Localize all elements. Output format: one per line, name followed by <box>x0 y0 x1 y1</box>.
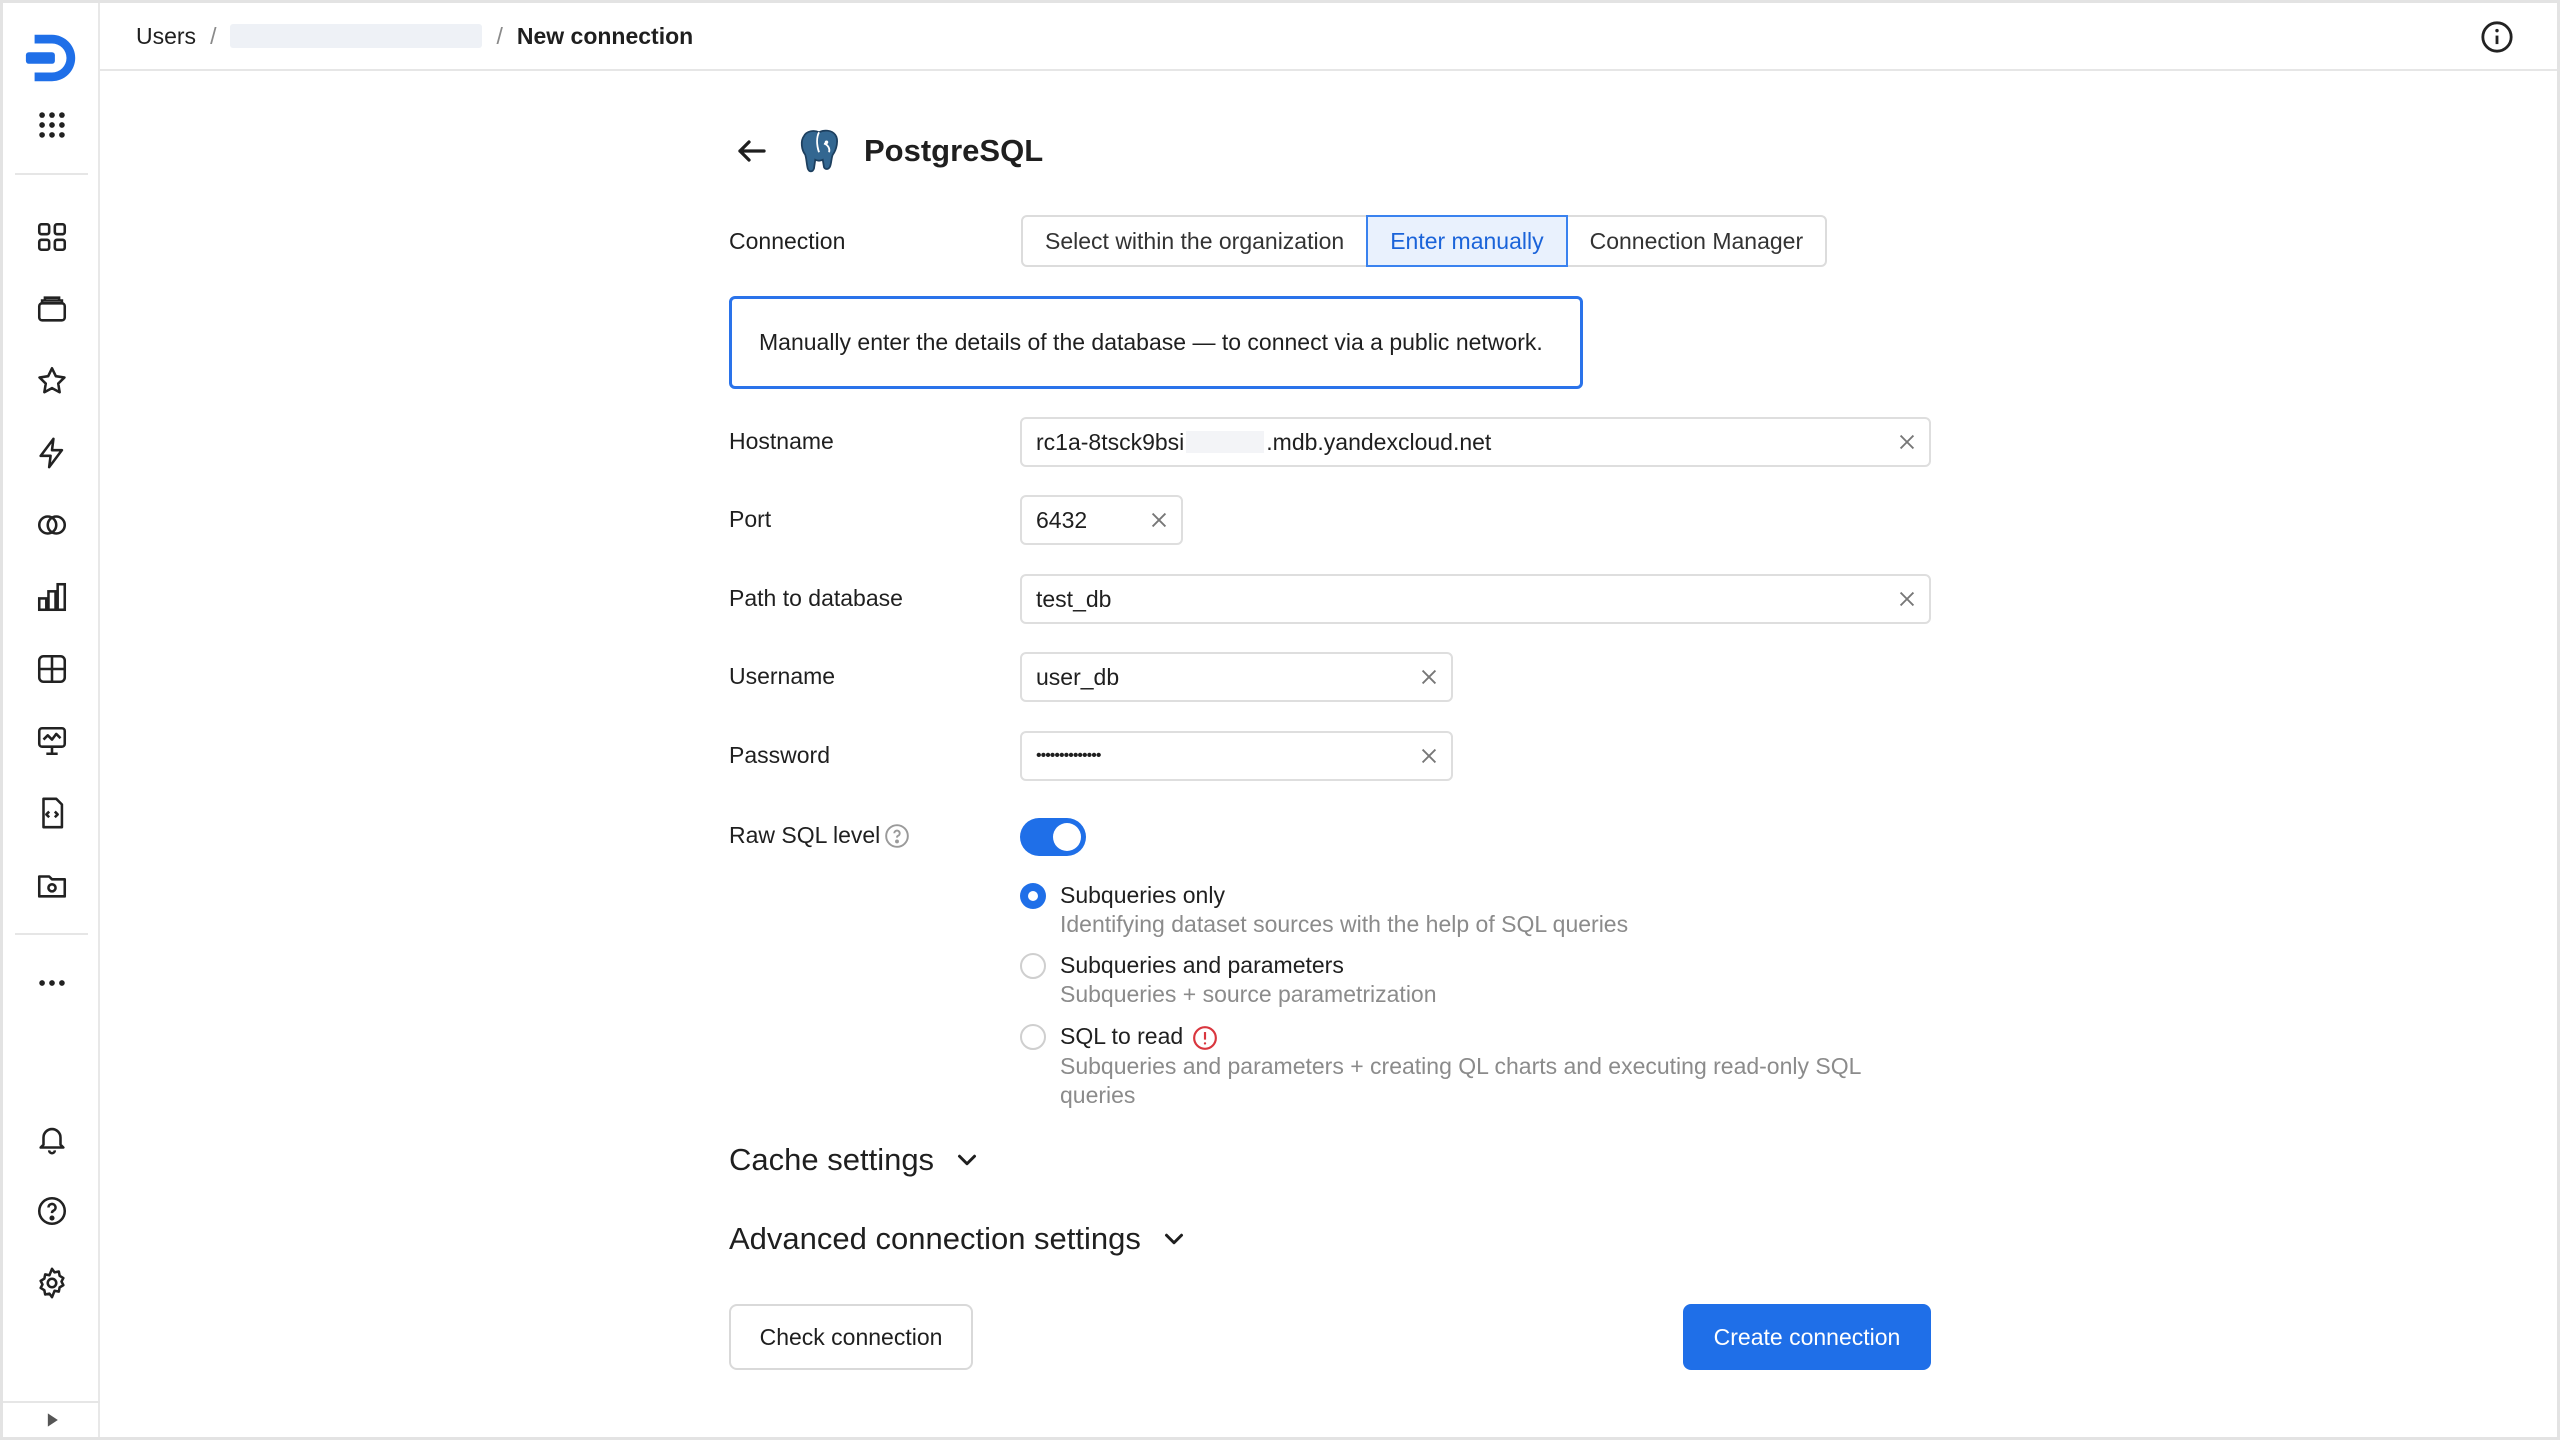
radio-sql-to-read-desc: Subqueries and parameters + creating QL … <box>1060 1053 1861 1108</box>
page-title: PostgreSQL <box>864 133 1044 168</box>
advanced-settings-label: Advanced connection settings <box>729 1221 1141 1256</box>
radio-subqueries-only[interactable] <box>1020 883 1046 909</box>
tab-select-within-organization[interactable]: Select within the organization <box>1023 217 1366 265</box>
clear-password-button[interactable] <box>1407 734 1451 778</box>
password-value: •••••••••••••• <box>1036 747 1101 764</box>
raw-sql-toggle[interactable] <box>1020 818 1086 856</box>
breadcrumb-separator: / <box>496 22 503 49</box>
raw-sql-level-label: Raw SQL level <box>729 822 881 848</box>
clear-path-button[interactable] <box>1885 577 1929 621</box>
hostname-field[interactable]: rc1a-8tsck9bsi .mdb.yandexcloud.net <box>1020 417 1931 467</box>
connections-rings-icon[interactable] <box>3 495 100 555</box>
radio-subqueries-only-title: Subqueries only <box>1060 882 1225 908</box>
check-connection-button[interactable]: Check connection <box>729 1304 973 1370</box>
connection-label: Connection <box>729 228 846 254</box>
tab-connection-manager[interactable]: Connection Manager <box>1568 217 1826 265</box>
postgresql-elephant-icon <box>800 129 838 173</box>
info-icon <box>2481 21 2513 53</box>
arrow-left-icon <box>738 140 766 162</box>
radio-subqueries-and-parameters-title: Subqueries and parameters <box>1060 952 1344 978</box>
hostname-value-prefix: rc1a-8tsck9bsi <box>1036 428 1185 455</box>
back-button[interactable] <box>730 129 774 173</box>
username-value: user_db <box>1036 663 1120 690</box>
lightning-icon[interactable] <box>3 423 100 483</box>
collapse-sidebar-button[interactable] <box>3 1401 100 1437</box>
help-circle-icon[interactable] <box>3 1181 100 1241</box>
path-to-database-label: Path to database <box>729 585 903 611</box>
warning-circle-icon[interactable] <box>1192 1025 1218 1051</box>
port-field[interactable]: 6432 <box>1020 495 1183 545</box>
charts-bar-icon[interactable] <box>3 567 100 627</box>
breadcrumb-users[interactable]: Users <box>136 23 196 50</box>
close-icon <box>1421 669 1437 685</box>
close-icon <box>1151 512 1167 528</box>
close-icon <box>1899 591 1915 607</box>
close-icon <box>1421 748 1437 764</box>
tab-enter-manually[interactable]: Enter manually <box>1366 215 1568 267</box>
cache-settings-label: Cache settings <box>729 1142 935 1177</box>
settings-gear-icon[interactable] <box>3 1253 100 1313</box>
radio-sql-to-read[interactable] <box>1020 1024 1046 1050</box>
connection-mode-switch: Select within the organization Enter man… <box>1021 215 1828 267</box>
port-value: 6432 <box>1036 506 1088 533</box>
editor-code-icon[interactable] <box>3 783 100 843</box>
close-icon <box>1899 434 1915 450</box>
play-triangle-icon <box>47 1413 58 1427</box>
notifications-bell-icon[interactable] <box>3 1109 100 1169</box>
hostname-redacted <box>1186 431 1265 453</box>
path-to-database-field[interactable]: test_db <box>1020 574 1931 624</box>
clear-port-button[interactable] <box>1137 498 1181 542</box>
datalens-logo[interactable] <box>3 23 100 93</box>
create-connection-button[interactable]: Create connection <box>1683 1304 1931 1370</box>
clear-username-button[interactable] <box>1407 655 1451 699</box>
radio-subqueries-and-parameters-desc: Subqueries + source parametrization <box>1060 981 1437 1007</box>
hostname-value-suffix: .mdb.yandexcloud.net <box>1266 428 1492 455</box>
folder-icon[interactable] <box>3 855 100 915</box>
notice-text: Manually enter the details of the databa… <box>759 329 1543 355</box>
chevron-down-icon <box>1164 1233 1183 1245</box>
username-label: Username <box>729 663 836 689</box>
breadcrumb-separator: / <box>210 22 217 49</box>
username-field[interactable]: user_db <box>1020 652 1453 702</box>
breadcrumb-current: New connection <box>516 22 694 49</box>
password-label: Password <box>729 742 830 768</box>
favorites-star-icon[interactable] <box>3 351 100 411</box>
breadcrumb-redacted-folder[interactable] <box>230 24 483 48</box>
advanced-settings-toggle[interactable]: Advanced connection settings <box>729 1216 1189 1262</box>
port-label: Port <box>729 506 772 532</box>
clear-hostname-button[interactable] <box>1885 420 1929 464</box>
chevron-down-icon <box>958 1154 977 1166</box>
info-button[interactable] <box>2477 17 2517 57</box>
cache-settings-toggle[interactable]: Cache settings <box>729 1137 982 1183</box>
logo-icon <box>25 34 75 82</box>
breadcrumb: Users / / New connection <box>136 3 693 69</box>
top-header: Users / / New connection <box>100 3 2557 71</box>
hostname-label: Hostname <box>729 428 834 454</box>
password-field[interactable]: •••••••••••••• <box>1020 731 1453 781</box>
dashboard-tiles-icon[interactable] <box>3 207 100 267</box>
collections-icon[interactable] <box>3 279 100 339</box>
connector-title-row: PostgreSQL <box>730 118 1043 184</box>
radio-sql-to-read-title: SQL to read <box>1060 1023 1184 1049</box>
more-dots-icon[interactable] <box>3 953 100 1013</box>
radio-subqueries-only-desc: Identifying dataset sources with the hel… <box>1060 911 1629 937</box>
services-grid-icon[interactable] <box>3 95 100 155</box>
datasets-table-icon[interactable] <box>3 639 100 699</box>
help-hint-icon[interactable] <box>884 823 910 849</box>
sidebar <box>3 3 100 1437</box>
public-network-notice: Manually enter the details of the databa… <box>729 296 1583 389</box>
radio-subqueries-and-parameters[interactable] <box>1020 953 1046 979</box>
monitor-chart-icon[interactable] <box>3 711 100 771</box>
path-value: test_db <box>1036 585 1112 612</box>
